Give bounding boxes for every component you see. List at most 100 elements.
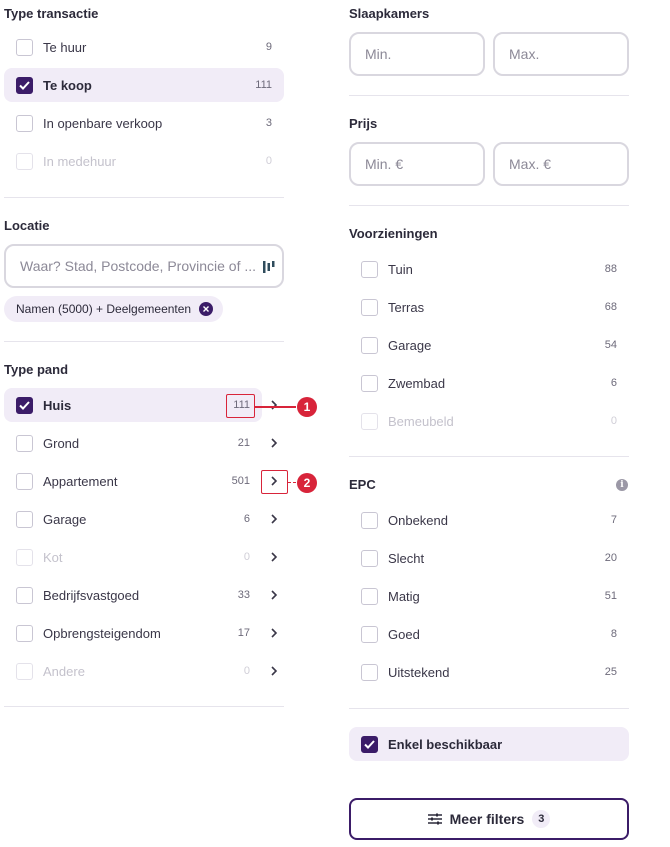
more-filters-label: Meer filters — [449, 811, 525, 827]
row-label: Te koop — [43, 77, 92, 93]
bedrooms-min-box[interactable] — [349, 32, 485, 76]
prijs-title: Prijs — [349, 116, 378, 131]
price-min-box[interactable] — [349, 142, 485, 186]
checkbox-row-medehuur: In medehuur 0 — [4, 144, 284, 178]
chevron-right-icon[interactable] — [269, 552, 279, 562]
checkbox-checked[interactable] — [16, 396, 33, 414]
location-chip[interactable]: Namen (5000) + Deelgemeenten — [4, 296, 224, 322]
check-icon — [364, 739, 375, 749]
checkbox-row-appartement[interactable]: Appartement 501 — [4, 464, 262, 498]
row-count: 0 — [243, 551, 250, 563]
checkbox-row-bedrijfsvastgoed[interactable]: Bedrijfsvastgoed 33 — [4, 578, 262, 612]
checkbox[interactable] — [16, 38, 33, 56]
divider — [349, 205, 629, 206]
bedrooms-min-input[interactable] — [365, 46, 483, 62]
available-only-label: Enkel beschikbaar — [388, 736, 503, 752]
row-label: Opbrengsteigendom — [43, 625, 161, 641]
checkbox[interactable] — [361, 587, 378, 605]
epc-title: EPC — [349, 477, 376, 492]
checkbox-row-te-huur[interactable]: Te huur 9 — [4, 30, 284, 64]
row-label: In medehuur — [43, 153, 116, 169]
checkbox[interactable] — [16, 434, 33, 452]
filter-count-badge: 3 — [532, 810, 551, 828]
checkbox-row-slecht[interactable]: Slecht 20 — [349, 541, 629, 575]
bedrooms-max-input[interactable] — [509, 46, 627, 62]
checkbox[interactable] — [16, 624, 33, 642]
checkbox-row-andere: Andere 0 — [4, 654, 262, 688]
row-count: 0 — [610, 415, 617, 427]
checkbox-row-huis[interactable]: Huis 111 — [4, 388, 262, 422]
checkbox-row-grond[interactable]: Grond 21 — [4, 426, 262, 460]
row-count: 21 — [237, 437, 250, 449]
checkbox-row-garage-voorziening[interactable]: Garage 54 — [349, 328, 629, 362]
chevron-right-icon[interactable] — [269, 590, 279, 600]
price-max-input[interactable] — [509, 156, 627, 172]
divider — [4, 341, 284, 342]
checkbox[interactable] — [361, 663, 378, 681]
row-count: 6 — [243, 513, 250, 525]
checkbox-row-tuin[interactable]: Tuin 88 — [349, 252, 629, 286]
voorzieningen-title: Voorzieningen — [349, 226, 438, 241]
sliders-icon — [427, 813, 442, 825]
check-icon — [19, 80, 30, 90]
checkbox-row-opbrengsteigendom[interactable]: Opbrengsteigendom 17 — [4, 616, 262, 650]
row-count: 33 — [237, 589, 250, 601]
checkbox[interactable] — [361, 298, 378, 316]
row-count: 9 — [265, 41, 272, 53]
checkbox[interactable] — [16, 114, 33, 132]
row-count: 7 — [610, 514, 617, 526]
checkbox-disabled — [361, 412, 378, 430]
row-count: 0 — [243, 665, 250, 677]
row-count: 20 — [604, 552, 617, 564]
checkbox[interactable] — [361, 549, 378, 567]
bedrooms-max-box[interactable] — [493, 32, 629, 76]
checkbox-row-zwembad[interactable]: Zwembad 6 — [349, 366, 629, 400]
available-only-toggle[interactable]: Enkel beschikbaar — [349, 727, 629, 761]
checkbox[interactable] — [361, 374, 378, 392]
checkbox-row-garage[interactable]: Garage 6 — [4, 502, 262, 536]
chevron-right-icon[interactable] — [269, 514, 279, 524]
checkbox-row-onbekend[interactable]: Onbekend 7 — [349, 503, 629, 537]
divider — [349, 708, 629, 709]
checkbox-row-uitstekend[interactable]: Uitstekend 25 — [349, 655, 629, 689]
row-label: Matig — [388, 588, 420, 604]
annotation-badge-1: 1 — [297, 397, 317, 417]
location-search-box[interactable] — [4, 244, 284, 288]
annotation-line — [255, 406, 296, 408]
checkbox-checked[interactable] — [16, 76, 33, 94]
checkbox-row-matig[interactable]: Matig 51 — [349, 579, 629, 613]
row-count: 25 — [604, 666, 617, 678]
locatie-title: Locatie — [4, 218, 50, 233]
row-count: 8 — [610, 628, 617, 640]
row-label: Terras — [388, 299, 425, 315]
location-search-input[interactable] — [20, 258, 260, 274]
checkbox[interactable] — [16, 586, 33, 604]
price-max-box[interactable] — [493, 142, 629, 186]
checkbox[interactable] — [16, 510, 33, 528]
chevron-right-icon[interactable] — [269, 400, 279, 410]
remove-chip-icon[interactable] — [199, 302, 214, 316]
checkbox-checked[interactable] — [361, 735, 378, 753]
map-pin-icon[interactable] — [262, 259, 276, 275]
checkbox-row-te-koop[interactable]: Te koop 111 — [4, 68, 284, 102]
row-count: 51 — [604, 590, 617, 602]
chevron-right-icon[interactable] — [269, 666, 279, 676]
row-label: Andere — [43, 663, 85, 679]
price-min-input[interactable] — [365, 156, 483, 172]
row-label: Kot — [43, 549, 63, 565]
more-filters-button[interactable]: Meer filters 3 — [349, 798, 629, 840]
checkbox-row-terras[interactable]: Terras 68 — [349, 290, 629, 324]
checkbox[interactable] — [361, 511, 378, 529]
chevron-right-icon[interactable] — [269, 628, 279, 638]
checkbox[interactable] — [361, 260, 378, 278]
checkbox-row-goed[interactable]: Goed 8 — [349, 617, 629, 651]
checkbox[interactable] — [361, 336, 378, 354]
chevron-right-icon[interactable] — [269, 438, 279, 448]
row-label: Uitstekend — [388, 664, 450, 680]
checkbox-row-openbare-verkoop[interactable]: In openbare verkoop 3 — [4, 106, 284, 140]
checkbox[interactable] — [16, 472, 33, 490]
slaapkamers-title: Slaapkamers — [349, 6, 430, 21]
checkbox[interactable] — [361, 625, 378, 643]
check-icon — [19, 400, 30, 410]
info-icon[interactable]: i — [616, 479, 628, 491]
